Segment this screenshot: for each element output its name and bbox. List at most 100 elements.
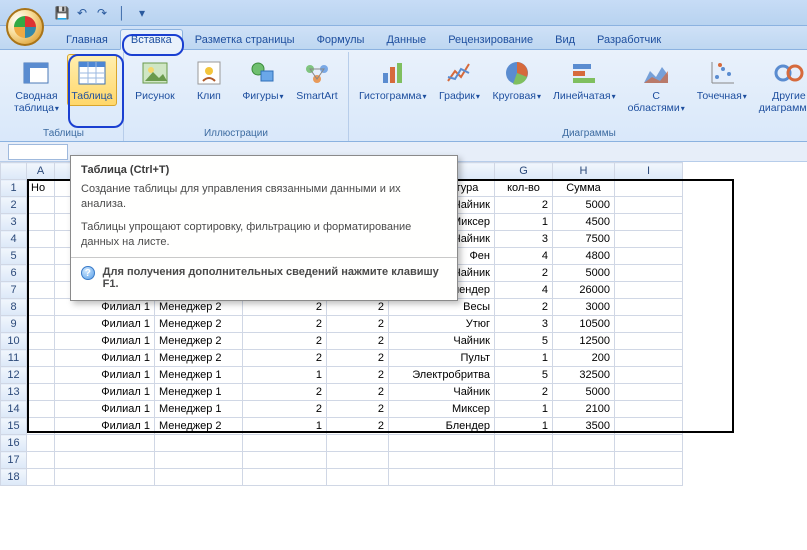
row-header[interactable]: 8 <box>1 299 27 316</box>
cell[interactable]: Чайник <box>389 333 495 350</box>
cell[interactable] <box>27 299 55 316</box>
cell[interactable] <box>615 418 683 435</box>
cell[interactable] <box>55 452 155 469</box>
cell[interactable] <box>27 316 55 333</box>
tab-вид[interactable]: Вид <box>545 30 585 49</box>
cell[interactable]: Утюг <box>389 316 495 333</box>
cell[interactable] <box>27 197 55 214</box>
cell[interactable]: 10500 <box>553 316 615 333</box>
ribbon-btn-bar[interactable]: Гистограмма <box>355 54 431 106</box>
cell[interactable]: 3000 <box>553 299 615 316</box>
cell[interactable] <box>495 469 553 486</box>
cell[interactable]: Но <box>27 180 55 197</box>
cell[interactable]: 5 <box>495 367 553 384</box>
cell[interactable] <box>55 435 155 452</box>
row-header[interactable]: 15 <box>1 418 27 435</box>
cell[interactable]: 32500 <box>553 367 615 384</box>
cell[interactable] <box>243 469 327 486</box>
tab-данные[interactable]: Данные <box>376 30 436 49</box>
cell[interactable] <box>27 418 55 435</box>
cell[interactable] <box>553 435 615 452</box>
cell[interactable]: 2 <box>327 384 389 401</box>
cell[interactable]: 4 <box>495 282 553 299</box>
cell[interactable]: Блендер <box>389 418 495 435</box>
cell[interactable] <box>27 401 55 418</box>
cell[interactable] <box>155 469 243 486</box>
cell[interactable] <box>27 214 55 231</box>
cell[interactable]: Филиал 1 <box>55 316 155 333</box>
ribbon-btn-hbar[interactable]: Линейчатая <box>549 54 620 106</box>
cell[interactable] <box>615 333 683 350</box>
tab-рецензирование[interactable]: Рецензирование <box>438 30 543 49</box>
cell[interactable]: Менеджер 2 <box>155 333 243 350</box>
row-header[interactable]: 7 <box>1 282 27 299</box>
cell[interactable]: Сумма <box>553 180 615 197</box>
cell[interactable] <box>327 452 389 469</box>
office-button[interactable] <box>6 8 44 46</box>
col-header[interactable]: I <box>615 163 683 180</box>
cell[interactable] <box>389 435 495 452</box>
cell[interactable]: Филиал 1 <box>55 333 155 350</box>
cell[interactable]: Электробритва <box>389 367 495 384</box>
cell[interactable]: 2 <box>495 265 553 282</box>
cell[interactable]: Менеджер 1 <box>155 384 243 401</box>
cell[interactable]: 2 <box>243 316 327 333</box>
cell[interactable] <box>615 248 683 265</box>
cell[interactable] <box>27 282 55 299</box>
cell[interactable]: 1 <box>495 401 553 418</box>
cell[interactable]: 2 <box>243 401 327 418</box>
cell[interactable]: Филиал 1 <box>55 384 155 401</box>
cell[interactable]: 12500 <box>553 333 615 350</box>
ribbon-btn-clip[interactable]: Клип <box>184 54 234 106</box>
cell[interactable]: 5 <box>495 333 553 350</box>
row-header[interactable]: 13 <box>1 384 27 401</box>
cell[interactable] <box>27 384 55 401</box>
cell[interactable]: Менеджер 2 <box>155 350 243 367</box>
cell[interactable]: 2 <box>243 384 327 401</box>
qat-more-icon[interactable]: ▾ <box>134 5 150 21</box>
cell[interactable]: 1 <box>495 350 553 367</box>
cell[interactable]: 2 <box>327 401 389 418</box>
tab-разметка страницы[interactable]: Разметка страницы <box>185 30 305 49</box>
cell[interactable]: Миксер <box>389 401 495 418</box>
cell[interactable]: 3500 <box>553 418 615 435</box>
cell[interactable] <box>615 469 683 486</box>
cell[interactable] <box>615 316 683 333</box>
cell[interactable]: 4 <box>495 248 553 265</box>
row-header[interactable]: 10 <box>1 333 27 350</box>
cell[interactable]: 1 <box>495 418 553 435</box>
cell[interactable]: 1 <box>243 418 327 435</box>
cell[interactable]: 1 <box>243 367 327 384</box>
row-header[interactable]: 11 <box>1 350 27 367</box>
cell[interactable]: 5000 <box>553 197 615 214</box>
cell[interactable] <box>27 452 55 469</box>
ribbon-btn-picture[interactable]: Рисунок <box>130 54 180 106</box>
row-header[interactable]: 16 <box>1 435 27 452</box>
cell[interactable] <box>553 469 615 486</box>
cell[interactable] <box>27 333 55 350</box>
cell[interactable] <box>615 265 683 282</box>
cell[interactable] <box>553 452 615 469</box>
cell[interactable] <box>615 180 683 197</box>
cell[interactable] <box>27 350 55 367</box>
ribbon-btn-pivot[interactable]: Своднаятаблица <box>10 54 63 117</box>
ribbon-btn-line[interactable]: График <box>434 54 484 106</box>
name-box[interactable] <box>8 144 68 160</box>
col-header[interactable]: A <box>27 163 55 180</box>
cell[interactable]: Филиал 1 <box>55 367 155 384</box>
ribbon-btn-smartart[interactable]: SmartArt <box>292 54 342 106</box>
ribbon-btn-scatter[interactable]: Точечная <box>693 54 751 106</box>
cell[interactable]: 3 <box>495 231 553 248</box>
cell[interactable] <box>327 469 389 486</box>
cell[interactable]: 5000 <box>553 384 615 401</box>
cell[interactable]: 2 <box>327 333 389 350</box>
tab-разработчик[interactable]: Разработчик <box>587 30 671 49</box>
col-header[interactable]: H <box>553 163 615 180</box>
cell[interactable]: 2 <box>495 299 553 316</box>
cell[interactable] <box>27 265 55 282</box>
cell[interactable]: 2 <box>243 333 327 350</box>
row-header[interactable]: 12 <box>1 367 27 384</box>
cell[interactable]: 2 <box>495 197 553 214</box>
col-header[interactable]: G <box>495 163 553 180</box>
ribbon-btn-table[interactable]: Таблица <box>67 54 117 106</box>
